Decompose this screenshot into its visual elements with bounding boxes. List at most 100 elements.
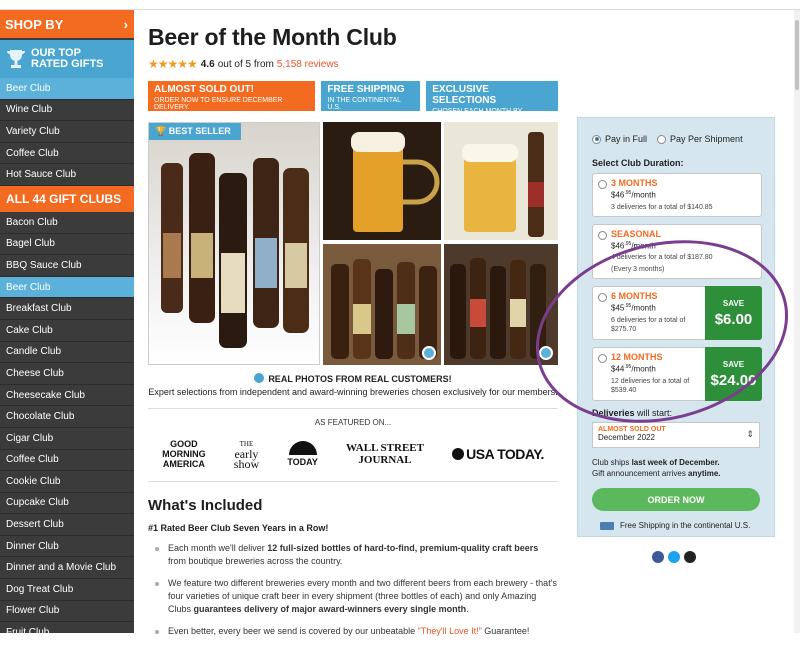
- list-item: Each month we'll deliver 12 full-sized b…: [148, 542, 558, 568]
- top-rated-header[interactable]: OUR TOP RATED GIFTS: [0, 40, 134, 78]
- photo-gallery: 🏆 BEST SELLER: [148, 122, 558, 365]
- price-per: /month: [631, 241, 656, 251]
- price-dollars: $44: [611, 364, 625, 374]
- sidebar-item-bbq-sauce-club[interactable]: BBQ Sauce Club: [0, 255, 134, 277]
- sidebar-item-dinner-club[interactable]: Dinner Club: [0, 535, 134, 558]
- facebook-icon[interactable]: [652, 551, 664, 563]
- sidebar-item-cake-club[interactable]: Cake Club: [0, 319, 134, 342]
- sidebar-item-flower-club[interactable]: Flower Club: [0, 600, 134, 623]
- sidebar-item-fruit-club[interactable]: Fruit Club: [0, 622, 134, 633]
- main-content: Beer of the Month Club ★★★★★ 4.6 out of …: [148, 10, 558, 647]
- save-badge-12-months: SAVE $24.00: [705, 347, 762, 402]
- beer-glass-image: [462, 132, 544, 237]
- twitter-icon[interactable]: [668, 551, 680, 563]
- option-title: 3 MONTHS: [611, 178, 658, 188]
- save-value: $24.00: [710, 372, 757, 390]
- wsj-line1: WALL STREET: [346, 442, 424, 454]
- sidebar-item-cookie-club[interactable]: Cookie Club: [0, 471, 134, 493]
- divider: [148, 408, 558, 409]
- expert-caption: Expert selections from independent and a…: [148, 387, 558, 397]
- scrollbar-thumb[interactable]: [795, 20, 799, 90]
- best-seller-label: BEST SELLER: [168, 126, 231, 136]
- today-rainbow-icon: [288, 441, 317, 455]
- sidebar-item-coffee-club-top[interactable]: Coffee Club: [0, 142, 134, 165]
- option-note: (Every 3 months): [611, 266, 665, 274]
- gift-line: Gift announcement arrives anytime.: [592, 468, 774, 479]
- sidebar-item-cheesecake-club[interactable]: Cheesecake Club: [0, 384, 134, 407]
- sidebar-item-variety-club[interactable]: Variety Club: [0, 121, 134, 143]
- all-gift-clubs-header[interactable]: ALL 44 GIFT CLUBS: [0, 185, 134, 212]
- beer-mug-image: [351, 132, 440, 232]
- sidebar-item-candle-club[interactable]: Candle Club: [0, 341, 134, 364]
- order-now-button[interactable]: ORDER NOW: [592, 488, 760, 512]
- gma-line1: GOOD: [170, 439, 198, 449]
- guarantee-link[interactable]: "They'll Love It!": [418, 626, 482, 636]
- reviews-link[interactable]: 5,158 reviews: [277, 59, 339, 70]
- customer-photo-1[interactable]: [323, 244, 441, 365]
- radio[interactable]: [598, 293, 607, 303]
- radio[interactable]: [657, 134, 667, 144]
- start-month-select[interactable]: ALMOST SOLD OUT December 2022 ⇕: [592, 422, 760, 449]
- wall-street-journal-logo: WALL STREET JOURNAL: [346, 442, 424, 466]
- option-deliveries: 6 deliveries for a total of $275.70: [611, 316, 686, 333]
- real-photos-caption: REAL PHOTOS FROM REAL CUSTOMERS!: [148, 373, 558, 384]
- sidebar-item-wine-club[interactable]: Wine Club: [0, 99, 134, 122]
- page-scrollbar[interactable]: [794, 10, 800, 633]
- radio[interactable]: [598, 354, 607, 364]
- sidebar-item-dessert-club[interactable]: Dessert Club: [0, 514, 134, 536]
- sidebar-item-coffee-club[interactable]: Coffee Club: [0, 449, 134, 472]
- almost-sold-out-badge: ALMOST SOLD OUT! ORDER NOW TO ENSURE DEC…: [148, 81, 316, 111]
- select-duration-label: Select Club Duration:: [592, 158, 684, 168]
- duration-option-6-months[interactable]: 6 MONTHS $45.95/month 6 deliveries for a…: [592, 286, 762, 341]
- shop-by-label: SHOP BY: [5, 16, 64, 32]
- top-bar: [0, 0, 800, 10]
- list-item: Even better, every beer we send is cover…: [148, 625, 558, 638]
- duration-option-seasonal[interactable]: SEASONAL $46.95/month 4 deliveries for a…: [592, 223, 762, 280]
- almost-sold-out-sub: ORDER NOW TO ENSURE DECEMBER DELIVERY.: [154, 97, 283, 111]
- sidebar-item-dog-treat-club[interactable]: Dog Treat Club: [0, 579, 134, 601]
- sidebar-item-beer-club[interactable]: Beer Club: [0, 276, 134, 299]
- sidebar-item-bacon-club[interactable]: Bacon Club: [0, 211, 134, 234]
- sidebar-item-breakfast-club[interactable]: Breakfast Club: [0, 298, 134, 320]
- page-title: Beer of the Month Club: [148, 24, 397, 50]
- pay-in-full-option[interactable]: Pay in Full: [592, 134, 647, 144]
- sidebar-item-hot-sauce-club[interactable]: Hot Sauce Club: [0, 164, 134, 186]
- sidebar-item-bagel-club[interactable]: Bagel Club: [0, 233, 134, 256]
- duration-option-3-months[interactable]: 3 MONTHS $46.95/month 3 deliveries for a…: [592, 173, 762, 217]
- sidebar-item-cigar-club[interactable]: Cigar Club: [0, 427, 134, 450]
- customer-photo-2[interactable]: [444, 244, 558, 365]
- beer-glass-photo[interactable]: [444, 122, 558, 240]
- sidebar-item-dinner-movie-club[interactable]: Dinner and a Movie Club: [0, 557, 134, 580]
- rated-tagline: #1 Rated Beer Club Seven Years in a Row!: [148, 523, 329, 533]
- shop-by-header[interactable]: SHOP BY ›: [0, 10, 134, 38]
- free-shipping-badge: FREE SHIPPING IN THE CONTINENTAL U.S.: [321, 81, 421, 111]
- gma-line2: MORNING: [162, 449, 206, 459]
- radio[interactable]: [598, 180, 607, 189]
- save-value: $6.00: [714, 311, 753, 329]
- price-per: /month: [631, 190, 656, 200]
- price-dollars: $46: [611, 190, 625, 200]
- duration-option-12-months[interactable]: 12 MONTHS $44.95/month 12 deliveries for…: [592, 347, 762, 402]
- usa-today-text: USA TODAY.: [466, 446, 544, 462]
- sidebar-item-beer-club-top[interactable]: Beer Club: [0, 78, 134, 100]
- b1-bold: 12 full-sized bottles of hard-to-find, p…: [267, 543, 539, 553]
- purchase-panel: Pay in Full Pay Per Shipment Select Club…: [577, 117, 775, 537]
- whats-included-heading: What's Included: [148, 497, 263, 514]
- rating-value: 4.6: [200, 58, 215, 70]
- main-product-photo[interactable]: 🏆 BEST SELLER: [148, 122, 320, 365]
- beer-bottles-image: [161, 153, 309, 348]
- radio[interactable]: [598, 230, 607, 240]
- deliveries-rest: will start:: [634, 408, 673, 419]
- beer-mug-photo[interactable]: [323, 122, 441, 240]
- email-icon[interactable]: [684, 551, 696, 563]
- select-arrows-icon: ⇕: [746, 429, 754, 440]
- media-logos: GOOD MORNING AMERICA THE early show TODA…: [148, 437, 558, 471]
- sidebar-item-chocolate-club[interactable]: Chocolate Club: [0, 406, 134, 428]
- exclusive-sub: CHOSEN EACH MONTH BY EXPERTS: [432, 108, 523, 122]
- almost-sold-out-title: ALMOST SOLD OUT!: [154, 84, 254, 95]
- sidebar-item-cupcake-club[interactable]: Cupcake Club: [0, 492, 134, 515]
- sidebar: SHOP BY › OUR TOP RATED GIFTS Beer Club …: [0, 10, 134, 633]
- sidebar-item-cheese-club[interactable]: Cheese Club: [0, 363, 134, 385]
- pay-per-shipment-option[interactable]: Pay Per Shipment: [657, 134, 743, 144]
- radio-selected[interactable]: [592, 134, 601, 144]
